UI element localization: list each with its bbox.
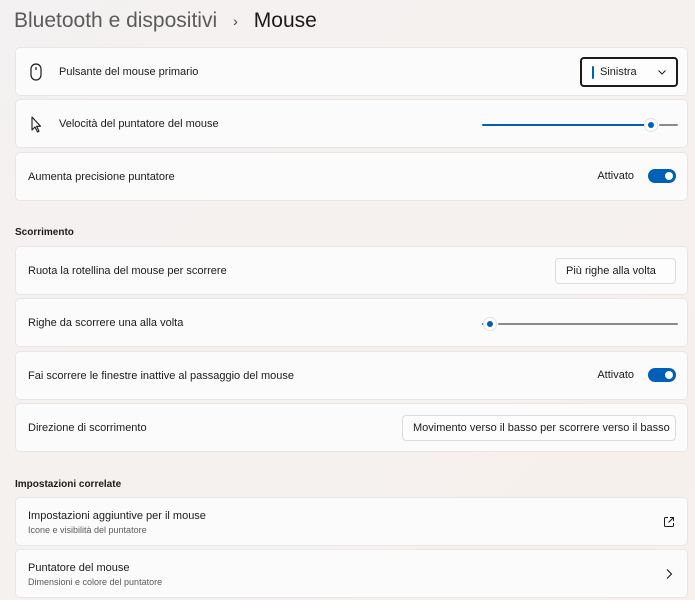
pointer-precision-setting: Aumenta precisione puntatore Attivato (15, 152, 688, 201)
wheel-scroll-label: Ruota la rotellina del mouse per scorrer… (28, 265, 227, 277)
section-title-related: Impostazioni correlate (15, 479, 122, 490)
lines-scroll-slider[interactable] (482, 317, 678, 331)
wheel-scroll-dropdown[interactable]: Più righe alla volta (555, 258, 676, 284)
lines-scroll-setting: Righe da scorrere una alla volta (15, 298, 688, 347)
primary-button-dropdown[interactable]: Sinistra (580, 57, 678, 87)
slider-thumb[interactable] (483, 317, 497, 331)
toggle-state-label: Attivato (597, 170, 634, 182)
page-title: Mouse (253, 9, 317, 32)
scroll-direction-setting: Direzione di scorrimento Movimento verso… (15, 403, 688, 452)
breadcrumb-parent[interactable]: Bluetooth e dispositivi (14, 9, 217, 33)
pointer-icon (31, 116, 42, 133)
pointer-speed-slider[interactable] (482, 118, 678, 132)
pointer-settings-title: Puntatore del mouse (28, 562, 130, 574)
slider-rail (498, 323, 678, 325)
external-link-icon (664, 517, 674, 527)
pointer-precision-toggle-group: Attivato (597, 169, 676, 183)
mouse-pointer-settings-link[interactable]: Puntatore del mouse Dimensioni e colore … (15, 549, 688, 598)
slider-fill (482, 124, 651, 126)
scroll-direction-label: Direzione di scorrimento (28, 422, 147, 434)
chevron-right-icon (666, 569, 673, 579)
chevron-down-icon (658, 69, 666, 75)
selection-indicator (592, 65, 594, 79)
lines-scroll-label: Righe da scorrere una alla volta (28, 317, 184, 329)
pointer-speed-label: Velocità del puntatore del mouse (59, 118, 219, 130)
pointer-precision-label: Aumenta precisione puntatore (28, 171, 175, 183)
scroll-direction-dropdown[interactable]: Movimento verso il basso per scorrere ve… (402, 415, 676, 441)
primary-button-label: Pulsante del mouse primario (59, 66, 199, 78)
section-title-scrolling: Scorrimento (15, 227, 74, 238)
breadcrumb-separator: › (233, 13, 238, 29)
slider-thumb[interactable] (644, 118, 658, 132)
inactive-scroll-setting: Fai scorrere le finestre inattive al pas… (15, 351, 688, 400)
primary-button-setting: Pulsante del mouse primario Sinistra (15, 47, 688, 96)
pointer-settings-description: Dimensioni e colore del puntatore (28, 577, 163, 587)
mouse-icon (30, 63, 42, 81)
pointer-precision-toggle[interactable] (648, 169, 676, 183)
pointer-speed-setting: Velocità del puntatore del mouse (15, 99, 688, 148)
additional-settings-description: Icone e visibilità del puntatore (28, 525, 147, 535)
primary-button-value: Sinistra (600, 66, 637, 78)
wheel-scroll-setting: Ruota la rotellina del mouse per scorrer… (15, 246, 688, 295)
toggle-state-label: Attivato (597, 369, 634, 381)
additional-mouse-settings-link[interactable]: Impostazioni aggiuntive per il mouse Ico… (15, 497, 688, 546)
breadcrumb: Bluetooth e dispositivi › Mouse (14, 6, 317, 36)
slider-rail (659, 124, 678, 126)
inactive-scroll-toggle-group: Attivato (597, 368, 676, 382)
inactive-scroll-label: Fai scorrere le finestre inattive al pas… (28, 370, 294, 382)
wheel-scroll-value: Più righe alla volta (566, 265, 656, 277)
scroll-direction-value: Movimento verso il basso per scorrere ve… (413, 422, 670, 434)
inactive-scroll-toggle[interactable] (648, 368, 676, 382)
additional-settings-title: Impostazioni aggiuntive per il mouse (28, 510, 206, 522)
